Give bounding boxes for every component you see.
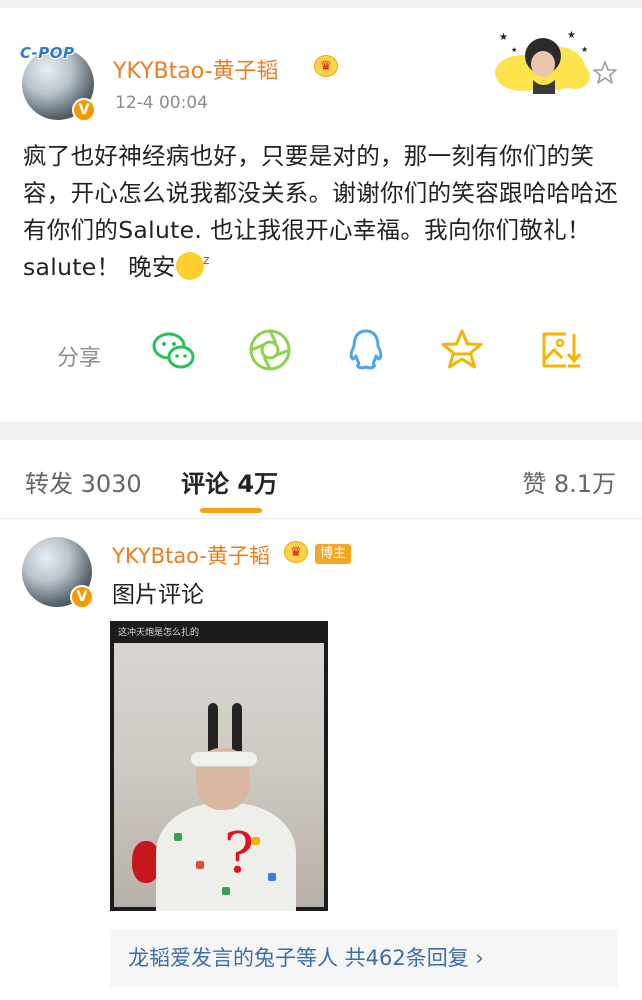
tab-likes[interactable]: 赞 8.1万: [522, 464, 616, 499]
share-label: 分享: [57, 346, 102, 371]
moments-icon[interactable]: [246, 326, 294, 374]
top-spacer: [0, 0, 642, 8]
sleepy-emoji-icon: [175, 242, 210, 280]
tab-reposts[interactable]: 转发 3030: [25, 464, 142, 499]
post-body-text: 疯了也好神经病也好，只要是对的，那一刻有你们的笑容，开心怎么说我都没关系。谢谢你…: [23, 142, 618, 281]
interaction-tabs: 转发 3030 评论 4万 赞 8.1万: [0, 440, 642, 519]
post-body: 疯了也好神经病也好，只要是对的，那一刻有你们的笑容，开心怎么说我都没关系。谢谢你…: [23, 138, 623, 286]
post-author-avatar[interactable]: C-POP V: [20, 44, 96, 122]
tab-comments[interactable]: 评论 4万: [181, 464, 278, 499]
svg-text:★: ★: [581, 45, 588, 54]
question-mark-drawing: ?: [224, 821, 255, 886]
share-bar: 分享: [0, 326, 642, 388]
comment-author-name[interactable]: YKYBtao-黄子韬: [112, 540, 270, 570]
active-tab-indicator: [200, 508, 262, 513]
section-divider: [0, 422, 642, 440]
post-author-name[interactable]: YKYBtao-黄子韬: [113, 53, 279, 85]
svg-text:★: ★: [511, 46, 517, 54]
image-caption: 这冲天炮是怎么扎的: [118, 628, 200, 638]
wechat-icon[interactable]: [150, 326, 198, 374]
verified-badge-icon: V: [72, 98, 96, 122]
comment-author-avatar[interactable]: V: [22, 537, 94, 609]
avatar-sticker-text: C-POP: [20, 44, 75, 62]
save-image-icon[interactable]: [536, 326, 584, 374]
crown-badge-icon: ♛: [314, 55, 338, 77]
headband: [190, 751, 258, 767]
qq-icon[interactable]: [342, 326, 390, 374]
favorite-star-icon[interactable]: [438, 326, 486, 374]
image-photo: ?: [114, 643, 324, 911]
svg-text:★: ★: [499, 32, 508, 43]
comment-item: V YKYBtao-黄子韬 ♛ 博主 图片评论 这冲天炮是怎么扎的 ? 龙韬爱发…: [0, 519, 642, 1000]
follow-star-icon[interactable]: [592, 60, 618, 86]
weibo-post: C-POP V YKYBtao-黄子韬 ♛ 12-4 00:04 ★ ★ ★ ★…: [0, 8, 642, 422]
replies-link[interactable]: 龙韬爱发言的兔子等人 共462条回复 ›: [110, 929, 618, 987]
decoration-card-icon[interactable]: ★ ★ ★ ★: [493, 28, 591, 94]
comment-text: 图片评论: [112, 582, 204, 608]
svg-text:★: ★: [567, 30, 576, 41]
comment-image[interactable]: 这冲天炮是怎么扎的 ?: [110, 621, 328, 911]
author-badge: 博主: [315, 544, 352, 564]
verified-badge-icon: V: [70, 585, 94, 609]
post-timestamp: 12-4 00:04: [115, 93, 208, 113]
crown-badge-icon: ♛: [284, 541, 308, 563]
